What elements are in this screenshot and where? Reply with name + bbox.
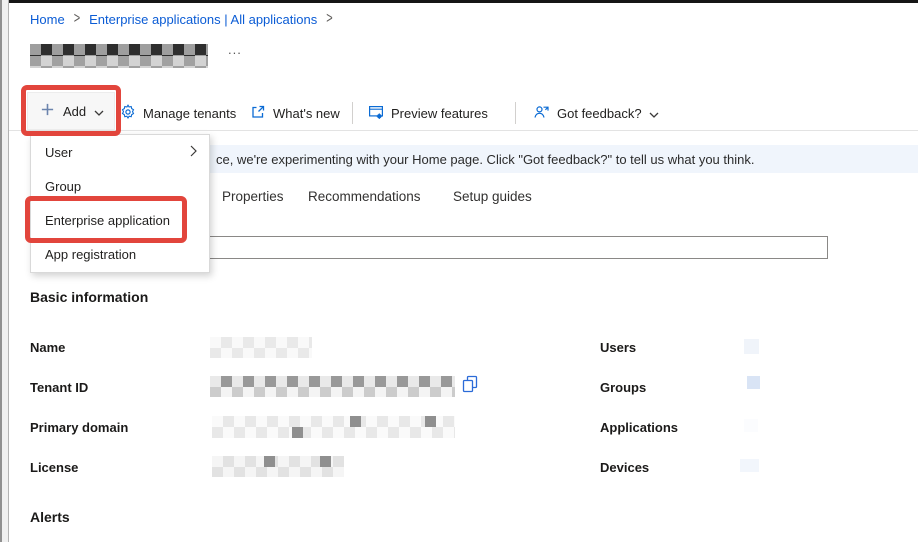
manage-tenants-button[interactable]: Manage tenants [120,99,236,127]
tab-setup-guides[interactable]: Setup guides [453,185,532,207]
notification-banner-text: ce, we're experimenting with your Home p… [216,145,754,173]
toolbar-divider [515,102,516,124]
preview-window-icon [368,104,384,123]
menu-item-enterprise-application[interactable]: Enterprise application [31,204,209,238]
label-license: License [30,460,78,475]
window-edge-strip [0,0,9,542]
breadcrumb-link-home[interactable]: Home [30,12,65,27]
devices-value-redacted [740,459,759,472]
got-feedback-label: Got feedback? [557,106,642,121]
feedback-person-icon [533,104,550,123]
page-title-redacted [30,44,208,68]
label-tenant-id: Tenant ID [30,380,88,395]
label-groups: Groups [600,380,646,395]
groups-value-redacted [747,376,760,389]
preview-features-label: Preview features [391,106,488,121]
window-top-bar [9,0,918,3]
add-dropdown-menu: User Group Enterprise application App re… [30,134,210,273]
chevron-down-icon [649,106,659,121]
users-value-redacted [744,339,759,354]
tenant-id-value-redacted [210,376,455,397]
label-name: Name [30,340,65,355]
azure-portal-page: Home > Enterprise applications | All app… [0,0,918,542]
title-more-button[interactable]: ... [228,42,242,57]
breadcrumb-separator: > [326,11,332,28]
add-button-label: Add [63,104,86,119]
plus-icon [40,102,55,120]
breadcrumb: Home > Enterprise applications | All app… [30,10,342,28]
label-applications: Applications [600,420,678,435]
name-value-redacted [210,337,312,358]
menu-item-app-registration[interactable]: App registration [31,238,209,272]
label-primary-domain: Primary domain [30,420,128,435]
menu-item-enterprise-application-label: Enterprise application [45,213,170,228]
got-feedback-button[interactable]: Got feedback? [533,99,659,127]
basic-information-heading: Basic information [30,289,148,305]
license-value-redacted [212,456,344,477]
menu-item-group-label: Group [45,179,81,194]
tab-recommendations[interactable]: Recommendations [308,185,421,207]
label-users: Users [600,340,636,355]
gear-icon [120,104,136,123]
preview-features-button[interactable]: Preview features [368,99,488,127]
label-devices: Devices [600,460,649,475]
copy-icon[interactable] [461,375,479,394]
menu-item-group[interactable]: Group [31,169,209,203]
whats-new-label: What's new [273,106,340,121]
alerts-heading: Alerts [30,509,70,525]
menu-item-user[interactable]: User [31,135,209,169]
chevron-down-icon [94,104,104,119]
tab-properties[interactable]: Properties [222,185,284,207]
menu-item-user-label: User [45,145,72,160]
applications-value-redacted [744,419,758,432]
whats-new-button[interactable]: What's new [250,99,340,127]
breadcrumb-link-enterprise-applications[interactable]: Enterprise applications | All applicatio… [89,12,317,27]
add-button[interactable]: Add [27,92,115,130]
manage-tenants-label: Manage tenants [143,106,236,121]
primary-domain-value-redacted [212,416,455,438]
breadcrumb-separator: > [74,11,80,28]
command-bar-divider [9,130,918,131]
toolbar-divider [352,102,353,124]
chevron-right-icon [190,145,197,160]
menu-item-app-registration-label: App registration [45,247,136,262]
open-in-new-icon [250,104,266,123]
